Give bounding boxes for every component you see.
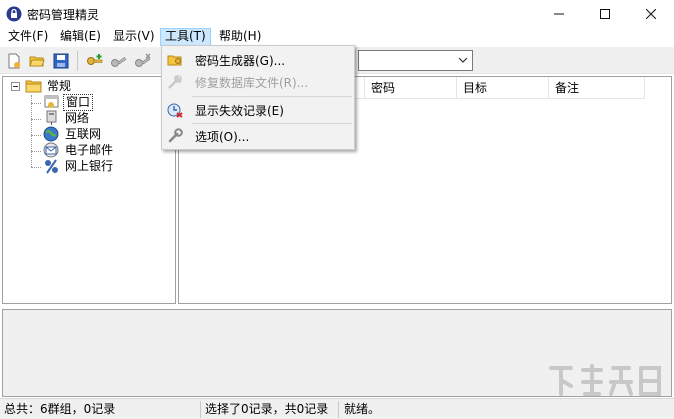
title-bar: 密码管理精灵 — [0, 0, 674, 28]
status-total: 总共：6群组，0记录 — [4, 402, 116, 416]
menu-item-show-expired[interactable]: 显示失效记录(E) — [164, 99, 352, 121]
key-generator-icon — [167, 55, 182, 66]
site-watermark-logo — [549, 364, 661, 396]
tree-line — [31, 103, 41, 104]
folder-icon — [25, 80, 42, 93]
status-state: 就绪。 — [344, 402, 381, 416]
menu-item-label: 选项(O)... — [195, 130, 250, 144]
column-header-target[interactable]: 目标 — [457, 77, 549, 99]
minimize-icon — [554, 13, 564, 15]
save-icon — [53, 53, 69, 69]
delete-key-icon — [135, 53, 151, 67]
tree-item-label: 网上银行 — [65, 158, 114, 173]
status-divider — [338, 401, 339, 418]
menu-edit[interactable]: 编辑(E) — [56, 28, 105, 46]
bank-icon — [45, 159, 58, 174]
menu-separator — [192, 123, 352, 124]
menu-bar: 文件(F) 编辑(E) 显示(V) 工具(T) 帮助(H) — [0, 27, 674, 46]
tree-line — [31, 119, 41, 120]
menu-item-password-generator[interactable]: 密码生成器(G)... — [164, 49, 352, 71]
column-header-notes[interactable]: 备注 — [549, 77, 645, 99]
menu-item-label: 密码生成器(G)... — [195, 54, 286, 68]
close-icon — [646, 9, 656, 19]
menu-item-label: 修复数据库文件(R)... — [195, 76, 309, 90]
expired-records-icon — [167, 103, 183, 118]
window-title: 密码管理精灵 — [27, 8, 100, 22]
tree-line — [31, 151, 41, 152]
chevron-down-icon — [458, 57, 468, 63]
menu-item-label: 显示失效记录(E) — [195, 104, 284, 118]
lock-app-icon — [6, 6, 22, 22]
tree-item-label: 电子邮件 — [65, 142, 114, 157]
add-entry-button[interactable] — [84, 50, 106, 72]
toolbar-separator — [77, 51, 78, 71]
network-icon — [46, 110, 57, 125]
tree-line — [31, 135, 41, 136]
wrench-icon — [168, 128, 183, 143]
new-icon — [8, 53, 20, 69]
menu-item-repair-database: 修复数据库文件(R)... — [164, 71, 352, 93]
search-combo[interactable] — [358, 50, 473, 71]
repair-icon — [168, 75, 182, 89]
edit-entry-button[interactable] — [108, 50, 130, 72]
minimize-button[interactable] — [536, 0, 582, 28]
collapse-icon[interactable] — [11, 82, 20, 91]
column-header-password[interactable]: 密码 — [365, 77, 457, 99]
open-folder-icon — [29, 56, 45, 67]
open-button[interactable] — [26, 50, 48, 72]
edit-key-icon — [111, 56, 127, 67]
menu-item-options[interactable]: 选项(O)... — [164, 125, 352, 147]
save-button[interactable] — [50, 50, 72, 72]
email-icon — [43, 142, 59, 158]
status-selection: 选择了0记录，共0记录 — [205, 402, 329, 416]
tree-item-label: 网络 — [65, 110, 90, 125]
menu-tools[interactable]: 工具(T) — [160, 28, 211, 46]
maximize-icon — [600, 9, 610, 19]
tree-item-label: 常规 — [47, 78, 72, 93]
menu-file[interactable]: 文件(F) — [4, 28, 52, 46]
new-button[interactable] — [3, 50, 25, 72]
tree-item-label: 互联网 — [65, 126, 102, 141]
menu-help[interactable]: 帮助(H) — [215, 28, 265, 46]
tree-item-label: 窗口 — [63, 93, 94, 111]
close-button[interactable] — [628, 0, 674, 28]
group-tree[interactable]: 常规 窗口 网络 互联网 电子邮件 网上银行 — [2, 76, 176, 304]
tree-line — [31, 167, 41, 168]
menu-view[interactable]: 显示(V) — [109, 28, 159, 46]
tools-dropdown-menu: 密码生成器(G)... 修复数据库文件(R)... 显示失效记录(E) 选项(O… — [161, 45, 355, 150]
globe-icon — [43, 126, 59, 142]
maximize-button[interactable] — [582, 0, 628, 28]
tree-line — [31, 95, 32, 167]
window-icon — [44, 95, 59, 108]
delete-entry-button[interactable] — [132, 50, 154, 72]
menu-separator — [192, 96, 352, 97]
add-key-icon — [87, 54, 103, 65]
